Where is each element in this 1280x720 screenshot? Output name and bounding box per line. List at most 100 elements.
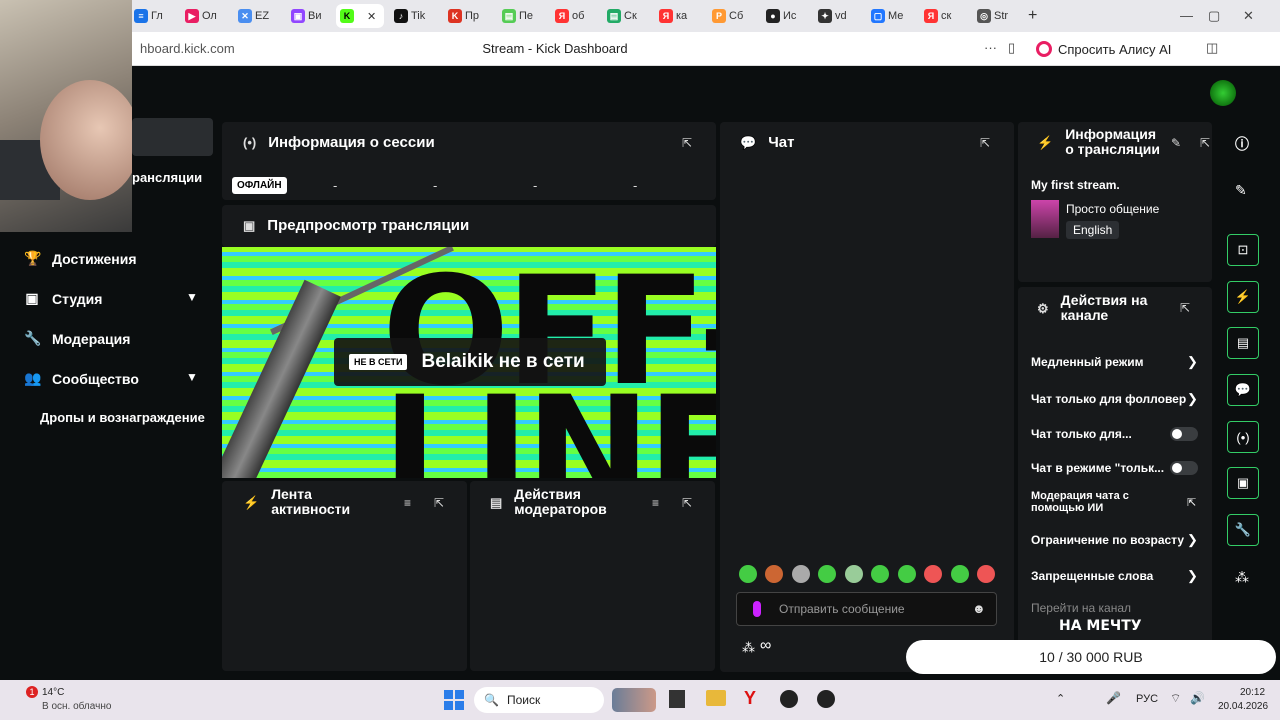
subscribers-only-toggle[interactable] <box>1170 427 1198 441</box>
obs-icon[interactable] <box>817 690 835 708</box>
emote-icon[interactable] <box>898 565 916 583</box>
browser-tab[interactable]: ▤ Ск <box>607 4 637 28</box>
chat-input[interactable]: Отправить сообщение ☻ <box>736 592 997 626</box>
filter-icon[interactable]: ≡ <box>652 496 659 510</box>
mic-icon[interactable]: 🎤 <box>1106 691 1121 705</box>
volume-icon[interactable]: 🔊 <box>1190 691 1205 705</box>
close-tab-icon[interactable]: ✕ <box>367 10 376 23</box>
tab-favicon-icon: ◎ <box>977 9 991 23</box>
sidebar-item-selected[interactable] <box>132 118 213 156</box>
chevron-down-icon[interactable]: ▼ <box>186 370 198 384</box>
banned-words-item[interactable]: Запрещенные слова <box>1031 569 1153 583</box>
expand-icon[interactable]: ⇱ <box>682 136 692 150</box>
expand-icon[interactable]: ⇱ <box>1200 136 1210 150</box>
age-restriction-item[interactable]: Ограничение по возрасту <box>1031 533 1184 547</box>
language-indicator[interactable]: РУС <box>1136 693 1158 705</box>
expand-icon[interactable]: ⇱ <box>980 136 990 150</box>
clock-time[interactable]: 20:12 <box>1240 687 1265 698</box>
extension-icon[interactable]: ◫ <box>1206 40 1218 56</box>
chevron-right-icon[interactable]: ❯ <box>1187 354 1198 370</box>
chevron-right-icon[interactable]: ❯ <box>1187 568 1198 584</box>
chevron-down-icon[interactable]: ▼ <box>186 290 198 304</box>
settings-icon: ⚙ <box>1037 300 1049 316</box>
sidebar-item-studio[interactable]: ▣ Студия <box>24 290 102 307</box>
emote-icon[interactable] <box>924 565 942 583</box>
bookmark-icon[interactable]: ▯ <box>1008 40 1015 56</box>
edit-icon[interactable]: ✎ <box>1171 136 1181 150</box>
browser-tab[interactable]: ▶ Ол <box>185 4 217 28</box>
avatar[interactable] <box>1210 80 1236 106</box>
chat-icon[interactable]: 💬 <box>1227 374 1259 406</box>
expand-icon[interactable]: ⇱ <box>682 496 692 510</box>
info-icon[interactable]: ⓘ <box>1235 134 1249 154</box>
emote-icon[interactable] <box>818 565 836 583</box>
browser-tab-active[interactable]: K ✕ <box>336 4 384 28</box>
offline-text: Belaikik не в сети <box>421 351 585 372</box>
alice-button[interactable]: Спросить Алису AI <box>1036 38 1171 60</box>
browser-tab[interactable]: Р Сб <box>712 4 743 28</box>
ai-moderation-item[interactable]: Модерация чата с помощью ИИ <box>1031 490 1161 514</box>
expand-icon[interactable]: ⇱ <box>1180 301 1190 315</box>
browser-tab[interactable]: Яка <box>659 4 687 28</box>
new-tab-icon[interactable]: + <box>1028 4 1037 28</box>
emote-icon[interactable] <box>845 565 863 583</box>
lightning-icon[interactable]: ⚡ <box>1227 281 1259 313</box>
emote-icon[interactable] <box>977 565 995 583</box>
points-icon[interactable]: ⁂ <box>742 640 755 656</box>
taskbar-search[interactable]: 🔍 Поиск <box>474 687 604 713</box>
yandex-browser-icon[interactable]: Y <box>744 688 756 709</box>
folder-icon[interactable] <box>706 690 726 706</box>
browser-tab[interactable]: ◎ Str <box>977 4 1008 28</box>
chevron-right-icon[interactable]: ❯ <box>1187 391 1198 407</box>
sidebar-item-moderation[interactable]: 🔧 Модерация <box>24 330 130 347</box>
sidebar-item-achievements[interactable]: 🏆 Достижения <box>24 250 137 267</box>
browser-tab[interactable]: ▣ Ви <box>291 4 321 28</box>
wifi-icon[interactable]: ⌔ <box>1170 691 1181 706</box>
mic-icon[interactable] <box>753 601 761 617</box>
emote-icon[interactable] <box>871 565 889 583</box>
broadcast-icon[interactable]: (•) <box>1227 421 1259 453</box>
emote-only-toggle[interactable] <box>1170 461 1198 475</box>
go-to-channel-item[interactable]: Перейти на канал <box>1031 601 1131 615</box>
tray-chevron-icon[interactable]: ⌃ <box>1056 692 1065 705</box>
screenshot-icon[interactable]: ⊡ <box>1227 234 1259 266</box>
browser-tab[interactable]: ▤ Пе <box>502 4 533 28</box>
more-icon[interactable]: ··· <box>984 40 997 55</box>
slow-mode-item[interactable]: Медленный режим <box>1031 355 1144 369</box>
notes-icon[interactable]: ▤ <box>1227 327 1259 359</box>
layout-icon[interactable]: ▣ <box>1227 467 1259 499</box>
browser-tab[interactable]: ✕ EZ <box>238 4 269 28</box>
emoji-icon[interactable]: ☻ <box>972 601 986 616</box>
browser-tab[interactable]: ≡ Гл <box>134 4 163 28</box>
browser-tab[interactable]: ▢ Ме <box>871 4 903 28</box>
external-link-icon[interactable]: ⇱ <box>1187 496 1196 509</box>
browser-tab[interactable]: ● Ис <box>766 4 796 28</box>
minimize-icon[interactable]: — <box>1180 8 1193 23</box>
windows-start-icon[interactable] <box>444 690 464 710</box>
obs-icon[interactable] <box>780 690 798 708</box>
taskbar-widget[interactable] <box>612 688 656 712</box>
browser-tab[interactable]: Яск <box>924 4 951 28</box>
browser-tab[interactable]: Яоб <box>555 4 584 28</box>
edit-icon[interactable]: ✎ <box>1235 182 1247 199</box>
sidebar-item-community[interactable]: 👥 Сообщество <box>24 370 139 387</box>
emote-icon[interactable] <box>792 565 810 583</box>
emote-icon[interactable] <box>739 565 757 583</box>
sidebar-item-drops[interactable]: Дропы и вознаграждение <box>40 410 205 425</box>
filter-icon[interactable]: ≡ <box>404 496 411 510</box>
taskbar-app-icon[interactable] <box>669 690 685 708</box>
followers-only-item[interactable]: Чат только для фолловер <box>1031 392 1186 406</box>
points-icon[interactable]: ⁂ <box>1235 569 1249 586</box>
close-window-icon[interactable]: ✕ <box>1243 8 1254 24</box>
emote-icon[interactable] <box>951 565 969 583</box>
sidebar-item-stream[interactable]: рансляции <box>132 170 202 185</box>
emote-icon[interactable] <box>765 565 783 583</box>
maximize-icon[interactable]: ▢ <box>1208 8 1220 24</box>
weather-temp[interactable]: 14°C <box>42 687 64 698</box>
browser-tab[interactable]: K Пр <box>448 4 479 28</box>
chevron-right-icon[interactable]: ❯ <box>1187 532 1198 548</box>
expand-icon[interactable]: ⇱ <box>434 496 444 510</box>
browser-tab[interactable]: ✦ vd <box>818 4 847 28</box>
browser-tab[interactable]: ♪ Tik <box>394 4 425 28</box>
wrench-icon[interactable]: 🔧 <box>1227 514 1259 546</box>
